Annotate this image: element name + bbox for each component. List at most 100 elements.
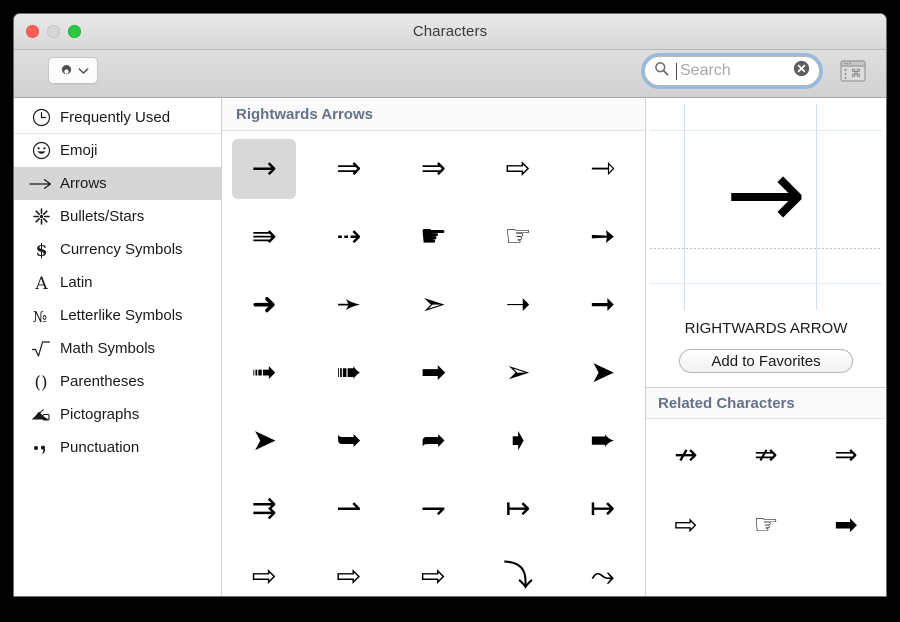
sidebar-item-punctuation[interactable]: Punctuation xyxy=(14,431,221,464)
sidebar-item-currency-symbols[interactable]: $ Currency Symbols xyxy=(14,233,221,266)
glyph: ➤ xyxy=(590,355,616,390)
sidebar-item-arrows[interactable]: Arrows xyxy=(14,167,221,200)
glyph-cell[interactable]: ⇉ xyxy=(222,475,307,543)
search-input[interactable] xyxy=(680,62,793,80)
preview-guide-top xyxy=(650,130,882,131)
sidebar-item-parentheses[interactable]: () Parentheses xyxy=(14,365,221,398)
punctuation-icon xyxy=(26,439,56,457)
glyph: ↦ xyxy=(590,491,616,526)
action-gear-button[interactable] xyxy=(48,57,98,84)
detail-pane: → RIGHTWARDS ARROW Add to Favorites Rela… xyxy=(646,98,886,596)
glyph-cell[interactable]: → xyxy=(222,135,307,203)
svg-text:№: № xyxy=(33,308,47,326)
glyph-cell[interactable]: ➟ xyxy=(222,339,307,407)
sidebar-item-label: Letterlike Symbols xyxy=(60,307,183,324)
sidebar-item-bullets-stars[interactable]: Bullets/Stars xyxy=(14,200,221,233)
related-glyph-cell[interactable]: ☞ xyxy=(726,489,806,559)
preview-glyph: → xyxy=(725,138,807,250)
glyph: ⇨ xyxy=(336,559,362,594)
clear-search-button[interactable] xyxy=(793,60,810,82)
related-glyph-cell[interactable]: ➡ xyxy=(806,489,886,559)
glyph-cell[interactable]: ⇒ xyxy=(307,135,392,203)
glyph-cell[interactable]: ⇛ xyxy=(222,203,307,271)
glyph-cell[interactable]: ➧ xyxy=(476,407,561,475)
glyph-cell[interactable]: ⇢ xyxy=(307,203,392,271)
glyph: ➦ xyxy=(420,423,447,458)
glyph: ➥ xyxy=(336,423,362,458)
glyph-cell[interactable]: ↦ xyxy=(560,475,645,543)
glyph-cell[interactable]: ➤ xyxy=(222,407,307,475)
glyph-cell[interactable]: ⇨ xyxy=(307,543,392,596)
sidebar-item-frequently-used[interactable]: Frequently Used xyxy=(14,101,221,134)
glyph-cell[interactable]: ⇨ xyxy=(476,135,561,203)
glyph: ⤵ xyxy=(503,559,534,594)
search-field[interactable] xyxy=(644,56,820,86)
glyph-cell[interactable]: ➨ xyxy=(560,407,645,475)
glyph: ➨ xyxy=(590,423,616,458)
glyph: ➙ xyxy=(590,219,616,254)
glyph: ➧ xyxy=(505,423,531,458)
window-title: Characters xyxy=(412,23,488,40)
related-glyph-cell[interactable]: ⇒ xyxy=(806,419,886,489)
sidebar-item-label: Pictographs xyxy=(60,406,140,423)
related-glyph-cell[interactable]: ↛ xyxy=(646,419,726,489)
title-bar: Characters xyxy=(14,14,886,50)
glyph-cell[interactable]: ☞ xyxy=(476,203,561,271)
character-preview: → xyxy=(646,98,886,316)
glyph-cell[interactable]: ➞ xyxy=(560,271,645,339)
glyph-cell[interactable]: ➣ xyxy=(391,271,476,339)
glyph-grid[interactable]: → ⇒ ⇒ ⇨ ⇾ ⇛ ⇢ ☛ ☞ ➙ ➜ ➛ ➣ ➝ ➞ ➟ ➠ ➡ ➢ ➤ ➤ ➥ ➦ ➧ ➨ ⇉ ⇀ ⇁ ↦ ↦ ⇨ ⇨ ⇨ ⤵ ⤳ xyxy=(222,131,645,596)
radical-icon xyxy=(26,339,56,359)
sidebar-item-pictographs[interactable]: Pictographs xyxy=(14,398,221,431)
glyph: ⇾ xyxy=(590,151,616,186)
glyph-cell[interactable]: ⇨ xyxy=(222,543,307,596)
character-palette-button[interactable]: ⌘ xyxy=(836,59,870,87)
glyph-cell[interactable]: ☛ xyxy=(391,203,476,271)
chevron-down-icon xyxy=(78,67,89,75)
add-to-favorites-button[interactable]: Add to Favorites xyxy=(679,349,853,373)
glyph-cell[interactable]: ➙ xyxy=(560,203,645,271)
glyph-cell[interactable]: ⇒ xyxy=(391,135,476,203)
sidebar-item-label: Punctuation xyxy=(60,439,140,456)
glyph-cell[interactable]: ⇨ xyxy=(391,543,476,596)
glyph: ⇢ xyxy=(336,219,362,254)
numero-icon: № xyxy=(26,305,56,327)
glyph-cell[interactable]: ➝ xyxy=(476,271,561,339)
glyph-cell[interactable]: ⇾ xyxy=(560,135,645,203)
sidebar-item-letterlike-symbols[interactable]: № Letterlike Symbols xyxy=(14,299,221,332)
glyph: ⇁ xyxy=(420,491,447,526)
sidebar-item-label: Frequently Used xyxy=(60,108,171,126)
glyph-cell[interactable]: ➡ xyxy=(391,339,476,407)
glyph-cell[interactable]: ➤ xyxy=(560,339,645,407)
related-characters-grid[interactable]: ↛ ⇏ ⇒ ⇨ ☞ ➡ xyxy=(646,419,886,596)
related-glyph-cell[interactable]: ⇨ xyxy=(646,489,726,559)
sidebar-item-math-symbols[interactable]: Math Symbols xyxy=(14,332,221,365)
arrow-right-icon xyxy=(26,177,56,191)
sidebar-item-emoji[interactable]: Emoji xyxy=(14,134,221,167)
glyph-cell[interactable]: ➢ xyxy=(476,339,561,407)
sidebar-item-latin[interactable]: A Latin xyxy=(14,266,221,299)
text-cursor xyxy=(676,62,677,80)
glyph-cell[interactable]: ➥ xyxy=(307,407,392,475)
glyph: ⤳ xyxy=(590,559,615,594)
glyph: ⇨ xyxy=(251,559,277,594)
letter-a-icon: A xyxy=(26,272,56,294)
glyph: ➢ xyxy=(505,355,531,390)
glyph-cell[interactable]: ⤳ xyxy=(560,543,645,596)
glyph-cell[interactable]: ➠ xyxy=(307,339,392,407)
glyph-cell[interactable]: ➛ xyxy=(307,271,392,339)
related-characters-header: Related Characters xyxy=(646,387,886,419)
svg-text:A: A xyxy=(34,274,48,294)
glyph-cell[interactable]: ➜ xyxy=(222,271,307,339)
svg-text:⌘: ⌘ xyxy=(851,67,862,80)
glyph-cell[interactable]: ➦ xyxy=(391,407,476,475)
character-palette-icon: ⌘ xyxy=(840,59,866,87)
glyph: ⇨ xyxy=(505,151,531,186)
glyph-cell[interactable]: ⇀ xyxy=(307,475,392,543)
glyph-cell[interactable]: ⇁ xyxy=(391,475,476,543)
glyph-cell[interactable]: ↦ xyxy=(476,475,561,543)
smiley-icon xyxy=(26,141,56,160)
related-glyph-cell[interactable]: ⇏ xyxy=(726,419,806,489)
glyph: ➠ xyxy=(336,355,362,390)
glyph-cell[interactable]: ⤵ xyxy=(476,543,561,596)
